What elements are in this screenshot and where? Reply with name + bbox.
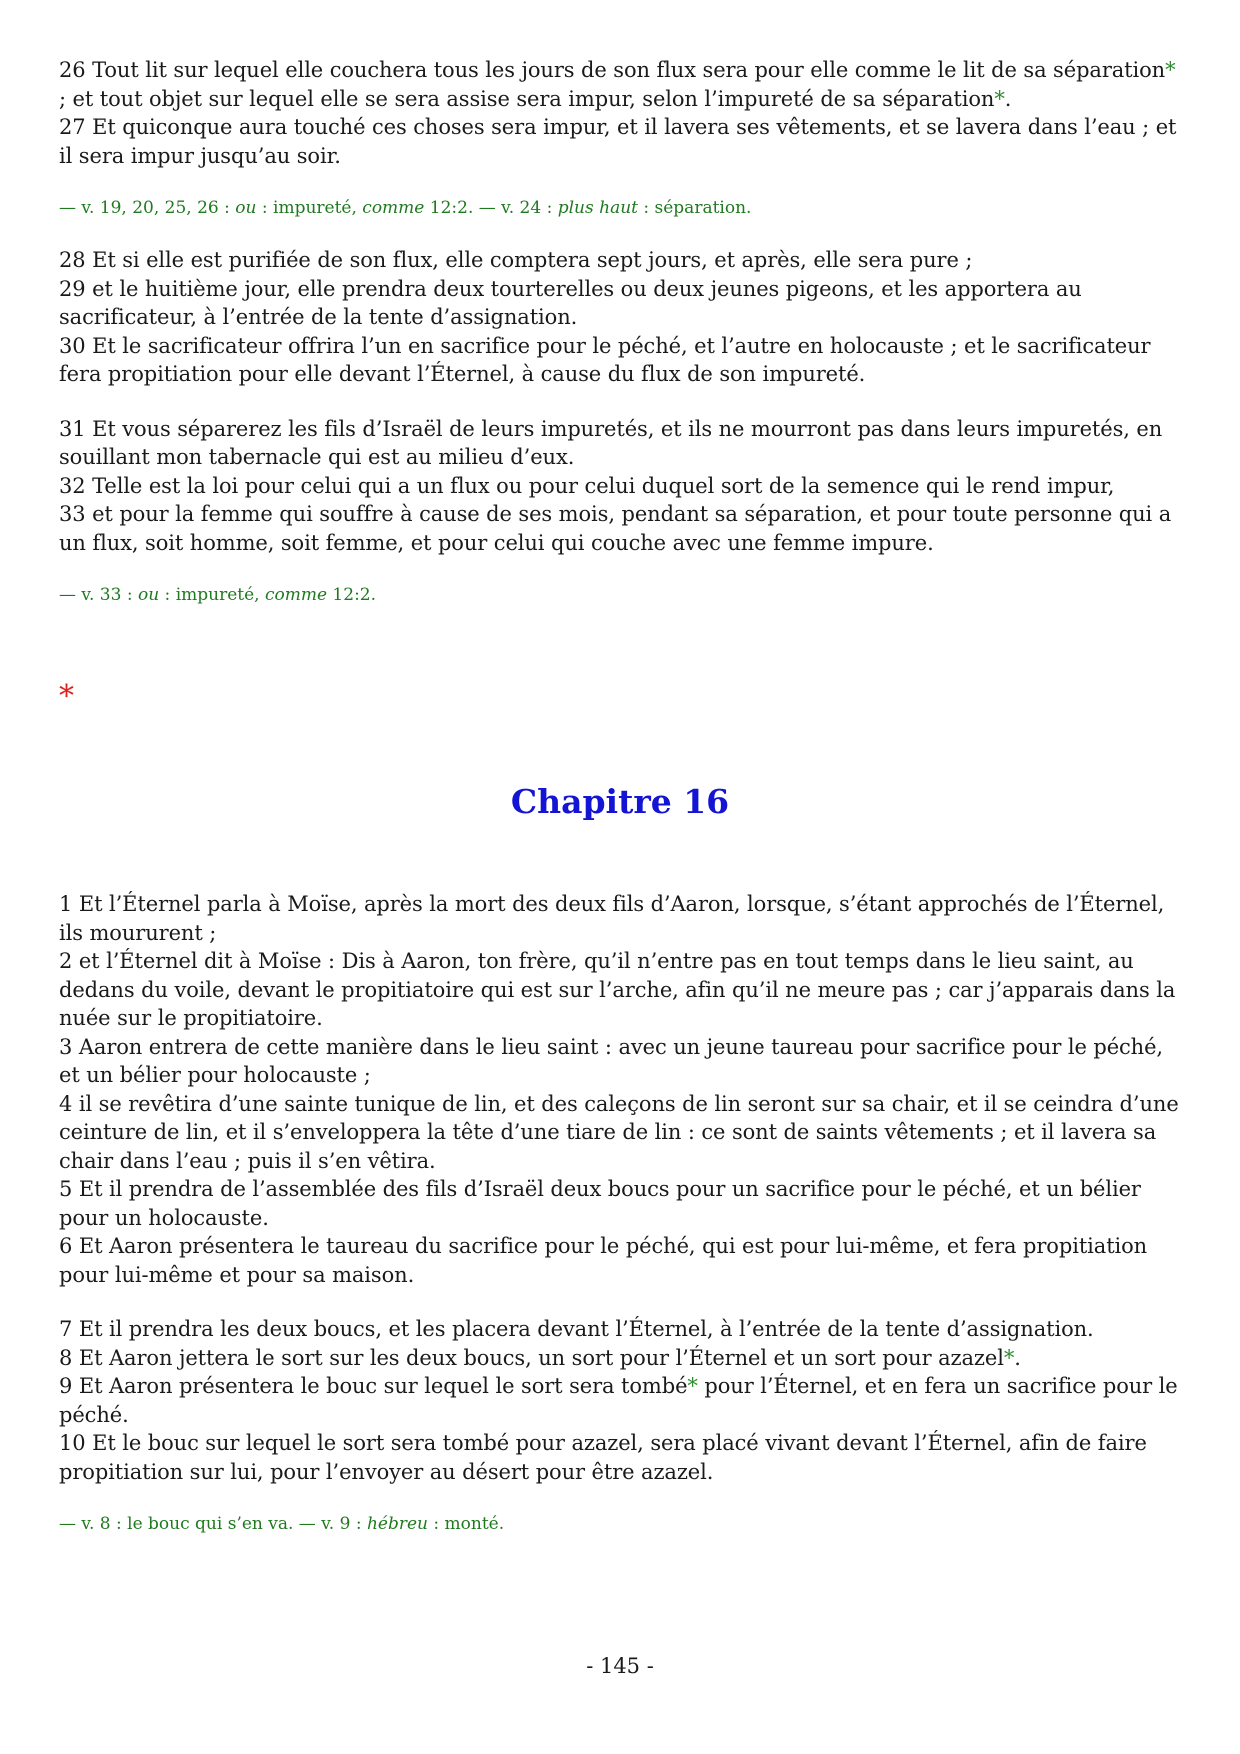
- text-top: 26 Tout lit sur lequel elle couchera tou…: [59, 56, 1183, 633]
- footnote-star[interactable]: *: [994, 87, 1005, 111]
- verse-7: 7 Et il prendra les deux boucs, et les p…: [59, 1317, 1094, 1341]
- note-text: : monté.: [427, 1514, 505, 1534]
- verse-9-text: 9 Et Aaron présentera le bouc sur lequel…: [59, 1374, 688, 1398]
- verse-6: 6 Et Aaron présentera le taureau du sacr…: [59, 1234, 1148, 1287]
- verse-8-text-2: .: [1014, 1345, 1021, 1370]
- verse-26-text-3: .: [1004, 86, 1012, 111]
- verse-29: 29 et le huitième jour, elle prendra deu…: [59, 276, 1082, 330]
- footnote-star[interactable]: *: [1004, 1346, 1015, 1370]
- verse-32: 32 Telle est la loi pour celui qui a un …: [59, 473, 1115, 498]
- verse-10: 10 Et le bouc sur lequel le sort sera to…: [59, 1431, 1147, 1484]
- verse-30: 30 Et le sacrificateur offrira l’un en s…: [59, 333, 1151, 387]
- verse-1: 1 Et l’Éternel parla à Moïse, après la m…: [59, 892, 1165, 945]
- note-text: : impureté,: [256, 198, 363, 218]
- note-text: 12:2.: [327, 585, 377, 605]
- footnote-2: — v. 33 : ou : impureté, comme 12:2.: [59, 583, 1183, 607]
- text-chapter-16: 1 Et l’Éternel parla à Moïse, après la m…: [59, 890, 1183, 1562]
- footnote-1: — v. 19, 20, 25, 26 : ou : impureté, com…: [59, 196, 1183, 220]
- verse-8-text: 8 Et Aaron jettera le sort sur les deux …: [59, 1345, 1004, 1370]
- note-text: 12:2. — v. 24 :: [424, 198, 558, 218]
- footnote-star[interactable]: *: [687, 1374, 698, 1398]
- note-italic: hébreu: [366, 1514, 428, 1534]
- verse-28: 28 Et si elle est purifiée de son flux, …: [59, 248, 973, 272]
- verse-26-text: 26 Tout lit sur lequel elle couchera tou…: [59, 58, 1166, 82]
- verse-group-1-6: 1 Et l’Éternel parla à Moïse, après la m…: [59, 890, 1183, 1289]
- note-italic: comme: [362, 198, 425, 218]
- footnote-3: — v. 8 : le bouc qui s’en va. — v. 9 : h…: [59, 1512, 1183, 1536]
- note-italic: comme: [264, 585, 328, 605]
- verse-33: 33 et pour la femme qui souffre à cause …: [59, 502, 1172, 555]
- verse-group-7-10: 7 Et il prendra les deux boucs, et les p…: [59, 1315, 1183, 1486]
- verse-2: 2 et l’Éternel dit à Moïse : Dis à Aaron…: [59, 949, 1176, 1030]
- verse-26-text-2: ; et tout objet sur lequel elle se sera …: [59, 86, 995, 111]
- verse-26: 26 Tout lit sur lequel elle couchera tou…: [59, 56, 1183, 113]
- verse-8: 8 Et Aaron jettera le sort sur les deux …: [59, 1344, 1183, 1373]
- verse-5: 5 Et il prendra de l’assemblée des fils …: [59, 1177, 1141, 1230]
- verse-group-28-30: 28 Et si elle est purifiée de son flux, …: [59, 246, 1183, 389]
- page-number: - 145 -: [586, 1654, 654, 1678]
- note-text: — v. 8 : le bouc qui s’en va. — v. 9 :: [59, 1514, 367, 1534]
- section-separator-asterisk: *: [59, 679, 74, 714]
- document-page: 26 Tout lit sur lequel elle couchera tou…: [0, 0, 1240, 1754]
- verse-group-26-27: 26 Tout lit sur lequel elle couchera tou…: [59, 56, 1183, 170]
- note-italic: ou: [137, 585, 160, 605]
- chapter-heading: Chapitre 16: [510, 782, 730, 821]
- note-italic: ou: [235, 198, 257, 218]
- note-text: — v. 33 :: [59, 585, 138, 605]
- verse-27: 27 Et quiconque aura touché ces choses s…: [59, 115, 1177, 168]
- note-text: — v. 19, 20, 25, 26 :: [59, 198, 236, 218]
- verse-4: 4 il se revêtira d’une sainte tunique de…: [59, 1091, 1179, 1173]
- note-text: : impureté,: [159, 585, 265, 605]
- verse-31: 31 Et vous séparerez les fils d’Israël d…: [59, 416, 1163, 470]
- verse-group-31-33: 31 Et vous séparerez les fils d’Israël d…: [59, 415, 1183, 558]
- footnote-star[interactable]: *: [1165, 58, 1176, 82]
- verse-9: 9 Et Aaron présentera le bouc sur lequel…: [59, 1372, 1183, 1429]
- verse-3: 3 Aaron entrera de cette manière dans le…: [59, 1034, 1164, 1088]
- note-text: : séparation.: [637, 198, 752, 218]
- note-italic: plus haut: [557, 198, 638, 218]
